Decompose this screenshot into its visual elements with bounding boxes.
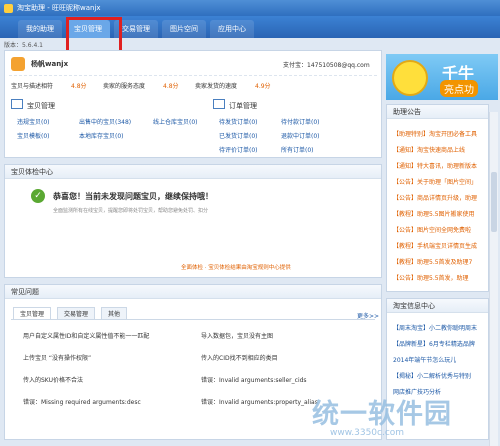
faq-item[interactable]: 导入数据包，宝贝没有主图 <box>201 331 273 340</box>
scroll-thumb[interactable] <box>491 172 497 232</box>
watermark-url: www.3350c.com <box>330 428 405 438</box>
health-panel: 宝贝体检中心 ✓ 恭喜您！当前未发现问题宝贝，继续保持哦！ 全面监测所有在线宝贝… <box>4 164 382 278</box>
goods-title: 宝贝管理 <box>27 102 55 110</box>
faq-title: 常见问题 <box>5 285 381 299</box>
watermark-logo: 统一软件园 <box>312 399 452 430</box>
rating-2-label: 卖家的服务态度 <box>103 83 146 90</box>
faq-item[interactable]: 错误：Invalid arguments:property_alias <box>201 397 318 406</box>
announce-title: 助理公告 <box>387 105 488 119</box>
app-logo-icon <box>4 3 13 13</box>
order-refunding[interactable]: 退款中订单(0) <box>281 131 320 140</box>
announce-item[interactable]: 【公告】助理5.5首发，助理 <box>393 273 469 282</box>
order-to-pay[interactable]: 待付款订单(0) <box>281 117 320 126</box>
faq-tab-trade[interactable]: 交易管理 <box>57 307 96 319</box>
announce-item[interactable]: 【教程】助理5.5首发及助理7 <box>393 257 472 266</box>
faq-item[interactable]: 传入的SKU价格不合法 <box>23 375 83 384</box>
announce-item[interactable]: 【通知】淘宝快速商品上线 <box>393 145 465 154</box>
scrollbar[interactable] <box>489 112 498 446</box>
rating-1-label: 宝贝与描述相符 <box>11 83 54 90</box>
order-shipped[interactable]: 已发货订单(0) <box>219 131 258 140</box>
faq-item[interactable]: 用户自定义属性ID和自定义属性值不能一一匹配 <box>23 331 149 340</box>
news-title: 淘宝信息中心 <box>387 299 488 313</box>
news-item[interactable]: 【揭秘】小二解析优秀与特别 <box>393 371 471 380</box>
news-item[interactable]: 2014年端午节怎么玩儿 <box>393 355 456 364</box>
window-titlebar: 淘宝助理 - 旺旺昵称wanjx <box>0 0 500 16</box>
health-footer-link[interactable]: 全面体检 · 宝贝体检结果由淘宝规则中心提供 <box>181 263 291 271</box>
announce-item[interactable]: 【公告】图片空间全网免费啦 <box>393 225 471 234</box>
announce-item[interactable]: 【通知】特大喜讯，助理新版本 <box>393 161 477 170</box>
divider <box>11 319 375 320</box>
announce-panel: 助理公告 【助理特别】淘宝开团必备工具 【通知】淘宝快速商品上线 【通知】特大喜… <box>386 104 489 292</box>
health-title: 宝贝体检中心 <box>5 165 381 179</box>
goods-icon <box>11 99 23 109</box>
order-all[interactable]: 所有订单(0) <box>281 145 314 154</box>
faq-tab-goods[interactable]: 宝贝管理 <box>13 307 52 319</box>
rating-1-value: 4.8分 <box>71 83 87 90</box>
announce-item[interactable]: 【助理特别】淘宝开团必备工具 <box>393 129 477 138</box>
check-icon: ✓ <box>31 189 45 203</box>
orders-icon <box>213 99 225 109</box>
tab-image-space[interactable]: 图片空间 <box>162 20 206 38</box>
goods-template[interactable]: 宝贝模板(0) <box>17 131 50 140</box>
faq-item[interactable]: 传入的CID找不到相应的类目 <box>201 353 278 362</box>
goods-violation[interactable]: 违规宝贝(0) <box>17 117 50 126</box>
announce-item[interactable]: 【公告】商品详情页升级，助理 <box>393 193 477 202</box>
announce-item[interactable]: 【公告】关于助理「图片空间」 <box>393 177 477 186</box>
faq-item[interactable]: 上传宝贝 “没有操作权限” <box>23 353 91 362</box>
announce-item[interactable]: 【教程】手机端宝贝详情页生成 <box>393 241 477 250</box>
goods-warehouse[interactable]: 线上仓库宝贝(0) <box>153 117 198 126</box>
account-panel: 杨帆wanjx 支付宝：147510508@qq.com 宝贝与描述相符 4.8… <box>4 50 382 158</box>
version-label: 版本：5.6.4.1 <box>4 42 43 49</box>
user-avatar <box>11 57 25 71</box>
order-to-ship[interactable]: 待发货订单(0) <box>219 117 258 126</box>
faq-item[interactable]: 错误：Invalid arguments:seller_cids <box>201 375 307 384</box>
mascot-face-icon <box>392 60 428 96</box>
faq-tab-other[interactable]: 其他 <box>101 307 128 319</box>
health-headline: 恭喜您！当前未发现问题宝贝，继续保持哦！ <box>53 192 213 201</box>
news-item[interactable]: 【周末淘宝】小二教你聪明周末 <box>393 323 477 332</box>
account-name: 杨帆wanjx <box>31 60 69 68</box>
rating-2-value: 4.8分 <box>163 83 179 90</box>
banner-subtitle: 亮点功 <box>440 80 478 97</box>
goods-local[interactable]: 本地库存宝贝(0) <box>79 131 124 140</box>
health-desc: 全面监测所有在线宝贝，提醒您即将处罚宝贝，帮助您避免处罚、扣分 <box>53 208 209 214</box>
rating-3-label: 卖家发货的速度 <box>195 83 238 90</box>
news-item[interactable]: 【品牌新星】6月专栏精选品牌 <box>393 339 475 348</box>
announce-item[interactable]: 【教程】助理5.5图片搬家使用 <box>393 209 475 218</box>
divider <box>9 75 377 76</box>
tab-app-center[interactable]: 应用中心 <box>210 20 254 38</box>
order-to-review[interactable]: 待评价订单(0) <box>219 145 258 154</box>
orders-title: 订单管理 <box>229 102 257 110</box>
window-title: 淘宝助理 - 旺旺昵称wanjx <box>17 4 101 12</box>
faq-item[interactable]: 错误：Missing required arguments:desc <box>23 397 141 406</box>
goods-onsale[interactable]: 出售中的宝贝(348) <box>79 117 131 126</box>
rating-3-value: 4.9分 <box>255 83 271 90</box>
tab-my-assistant[interactable]: 我的助理 <box>18 20 62 38</box>
highlight-box <box>66 17 122 53</box>
qianniu-banner[interactable]: 千牛 亮点功 <box>386 54 498 100</box>
alipay-label: 支付宝：147510508@qq.com <box>283 62 370 69</box>
